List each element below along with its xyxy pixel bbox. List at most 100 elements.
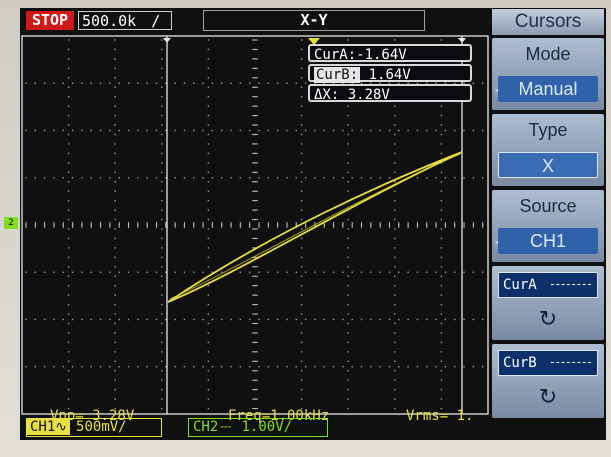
grid-dot [114,162,116,164]
grid-dot [207,313,210,315]
cur-a-softkey[interactable]: CurA ↻ [492,266,604,340]
grid-dot [207,114,210,117]
ch2-position-marker[interactable]: 2 [4,217,18,229]
grid-dot [67,313,70,315]
grid-dot [416,177,419,179]
grid-dot [34,129,37,132]
grid-dot [161,275,163,277]
grid-dot [267,177,270,179]
grid-dot [67,398,70,400]
grid-dot [394,370,396,372]
grid-dot [109,177,111,179]
grid-dot [207,256,210,259]
mode-softkey[interactable]: Mode ◀ Manual [492,38,604,110]
grid-dot [161,313,163,315]
grid-dot [183,177,186,179]
grid-dot [109,82,111,84]
grid-dot [221,129,223,132]
grid-dot [276,82,279,84]
type-softkey[interactable]: Type X [492,114,604,186]
grid-dot [161,114,163,117]
cursor-a-marker[interactable] [163,38,171,43]
grid-dot [347,143,349,145]
cursor-b-marker[interactable] [458,38,466,43]
grid-dot [394,171,396,173]
grid-dot [114,181,116,183]
grid-dot [221,177,223,179]
grid-dot [435,366,437,368]
grid-dot [370,271,372,273]
grid-dot [137,318,139,321]
grid-dot [347,114,349,117]
grid-dot [347,351,349,353]
cursor-b-readout: CurB: 1.64V [308,64,472,83]
source-softkey[interactable]: Source ◀ CH1 [492,190,604,262]
grid-dot [440,266,443,268]
grid-dot [295,271,297,273]
grid-dot [440,275,443,277]
grid-dot [440,105,443,107]
grid-dot [114,218,116,221]
grid-dot [127,129,130,132]
grid-dot [440,256,443,259]
cursor-a-readout: CurA:-1.64V [308,44,472,63]
grid-dot [435,177,437,179]
slope-icon: ∕ [151,12,161,30]
grid-dot [165,271,167,273]
grid-dot [394,247,396,249]
ch1-settings[interactable]: CH1∿ 500mV/ [26,418,162,437]
grid-dot [127,271,130,273]
grid-dot [347,190,349,192]
grid-dot [193,82,195,84]
grid-dot [161,48,163,51]
grid-dot [394,322,396,325]
grid-dot [161,388,163,391]
grid-dot [300,313,303,315]
grid-dot [394,133,396,136]
grid-dot [62,82,64,84]
grid-dot [342,366,344,368]
grid-dot [207,322,210,325]
grid-dot [300,351,303,353]
grid-dot [440,190,443,192]
grid-dot [347,266,349,268]
grid-dot [379,129,381,132]
grid-dot [114,332,116,334]
grid-dot [300,398,303,400]
grid-dot [67,143,70,145]
grid-dot [114,67,116,70]
dash-line-icon [551,362,591,363]
grid-dot [360,318,363,321]
grid-dot [81,82,83,84]
grid-dot [207,294,210,296]
grid-dot [347,105,349,107]
grid-dot [323,318,325,321]
grid-dot [161,86,163,88]
grid-dot [90,82,92,84]
ch2-settings[interactable]: CH2 ⎓ 1.00V/ [188,418,328,437]
grid-dot [332,129,335,132]
grid-dot [207,360,210,362]
grid-dot [440,209,443,211]
grid-dot [161,124,163,126]
grid-dot [444,177,447,179]
grid-dot [207,398,210,400]
grid-dot [416,366,419,368]
grid-dot [407,318,409,321]
run-state-badge[interactable]: STOP [26,11,74,30]
grid-dot [481,82,484,84]
grid-dot [435,271,437,273]
grid-dot [67,171,70,173]
timebase-readout[interactable]: 500.0k ∕ [78,11,172,30]
grid-dot [398,129,400,132]
grid-dot [161,407,163,410]
grid-dot [67,360,70,362]
grid-dot [114,190,116,192]
cur-b-softkey[interactable]: CurB ↻ [492,344,604,418]
grid-dot [67,237,70,240]
grid-dot [114,398,116,400]
grid-dot [67,322,70,325]
ac-coupling-icon: ∿ [55,419,68,435]
delta-x-readout: ΔX: 3.28V [308,84,472,103]
grid-dot [440,379,443,381]
